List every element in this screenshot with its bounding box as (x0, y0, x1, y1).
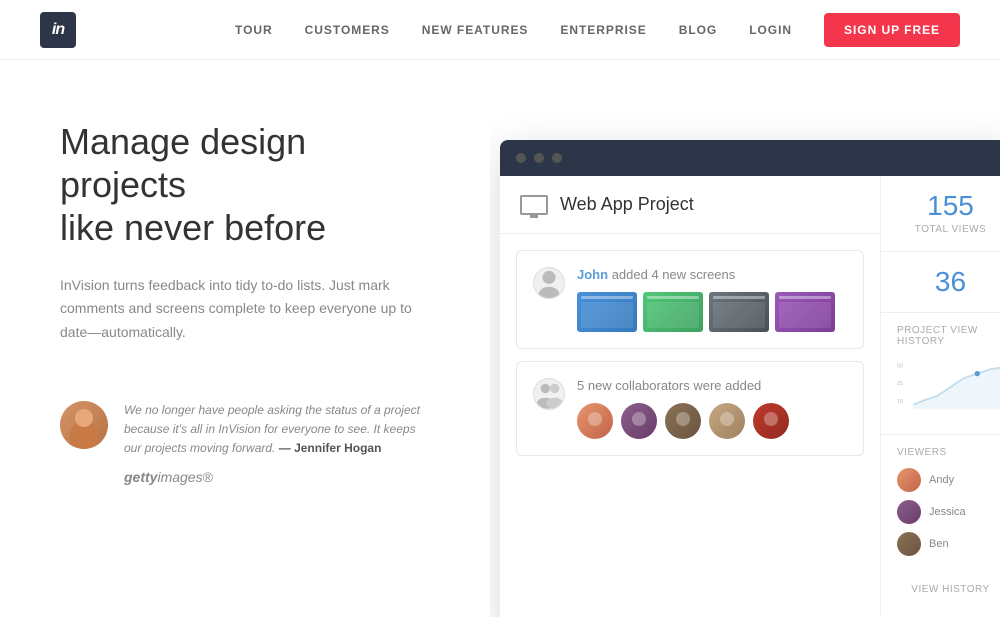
collaborator-avatars (577, 403, 847, 439)
viewers-area: Viewers Andy Jessica Ben (881, 435, 1000, 576)
total-views-label: Total Views (897, 224, 1000, 235)
nav-blog[interactable]: BLOG (679, 23, 718, 37)
header: in TOUR CUSTOMERS NEW FEATURES ENTERPRIS… (0, 0, 1000, 60)
logo[interactable]: in (40, 12, 76, 48)
app-window: Web App Project (500, 140, 1000, 617)
screen-thumb-1 (577, 292, 637, 332)
activity-content-collab: 5 new collaborators were added (577, 378, 847, 439)
main-nav: TOUR CUSTOMERS NEW FEATURES ENTERPRISE B… (235, 13, 960, 47)
window-dot-3 (552, 153, 562, 163)
total-views-number: 155 (897, 192, 1000, 220)
signup-button[interactable]: SIGN UP FREE (824, 13, 960, 47)
screen-thumb-4 (775, 292, 835, 332)
viewer-row-jessica: Jessica (897, 500, 1000, 524)
collab-activity-text: 5 new collaborators were added (577, 378, 847, 393)
viewers-title: Viewers (897, 447, 1000, 458)
total-screens-stat: 36 (881, 252, 1000, 313)
users-silhouette-icon (534, 378, 564, 410)
activity-card-collaborators: 5 new collaborators were added (516, 361, 864, 456)
hero-left: Manage design projects like never before… (0, 60, 490, 617)
monitor-icon (520, 195, 548, 215)
activity-card-screens: John added 4 new screens (516, 250, 864, 349)
total-screens-number: 36 (897, 268, 1000, 296)
total-views-stat: 155 Total Views (881, 176, 1000, 252)
nav-customers[interactable]: CUSTOMERS (305, 23, 390, 37)
window-dot-1 (516, 153, 526, 163)
collab-avatar-5 (753, 403, 789, 439)
testimonial-avatar (60, 401, 108, 449)
project-header: Web App Project (500, 176, 880, 234)
activity-avatar-john (533, 267, 565, 299)
nav-tour[interactable]: TOUR (235, 23, 273, 37)
hero-subtext: InVision turns feedback into tidy to-do … (60, 274, 430, 345)
viewer-name-ben: Ben (929, 538, 949, 550)
svg-text:50: 50 (897, 363, 903, 369)
screen-thumbnails (577, 292, 847, 332)
nav-new-features[interactable]: NEW FEATURES (422, 23, 529, 37)
testimonial: We no longer have people asking the stat… (60, 401, 430, 485)
main-content: Manage design projects like never before… (0, 60, 1000, 617)
viewer-row-andy: Andy (897, 468, 1000, 492)
window-dot-2 (534, 153, 544, 163)
testimonial-content: We no longer have people asking the stat… (124, 401, 430, 485)
project-main: Web App Project (500, 176, 880, 617)
project-title: Web App Project (560, 194, 694, 215)
collab-avatar-3 (665, 403, 701, 439)
viewer-name-andy: Andy (929, 474, 954, 486)
hero-headline: Manage design projects like never before (60, 120, 430, 250)
screen-thumb-3 (709, 292, 769, 332)
collab-avatar-2 (621, 403, 657, 439)
svg-text:25: 25 (897, 381, 903, 387)
stats-sidebar: 155 Total Views 36 Project View History … (880, 176, 1000, 617)
viewer-name-jessica: Jessica (929, 506, 966, 518)
view-history-label[interactable]: View History (881, 576, 1000, 603)
chart-svg: 50 25 10 (897, 357, 1000, 417)
app-mockup-panel: Web App Project (490, 60, 1000, 617)
nav-enterprise[interactable]: ENTERPRISE (560, 23, 646, 37)
screen-thumb-2 (643, 292, 703, 332)
user-silhouette-icon (534, 267, 564, 299)
activity-feed: John added 4 new screens (500, 234, 880, 472)
svg-text:10: 10 (897, 399, 903, 405)
viewer-avatar-ben (897, 532, 921, 556)
project-view-history-chart: Project View History 50 25 10 (881, 313, 1000, 435)
app-titlebar (500, 140, 1000, 176)
screens-activity-text: John added 4 new screens (577, 267, 847, 282)
viewer-avatar-jessica (897, 500, 921, 524)
collab-avatar-4 (709, 403, 745, 439)
activity-avatar-collab (533, 378, 565, 410)
company-logo: gettyimages® (124, 469, 430, 485)
app-body: Web App Project (500, 176, 1000, 617)
testimonial-quote: We no longer have people asking the stat… (124, 401, 430, 459)
activity-content-screens: John added 4 new screens (577, 267, 847, 332)
nav-login[interactable]: LOGIN (749, 23, 792, 37)
chart-title: Project View History (897, 325, 1000, 347)
viewer-row-ben: Ben (897, 532, 1000, 556)
collab-avatar-1 (577, 403, 613, 439)
viewer-avatar-andy (897, 468, 921, 492)
